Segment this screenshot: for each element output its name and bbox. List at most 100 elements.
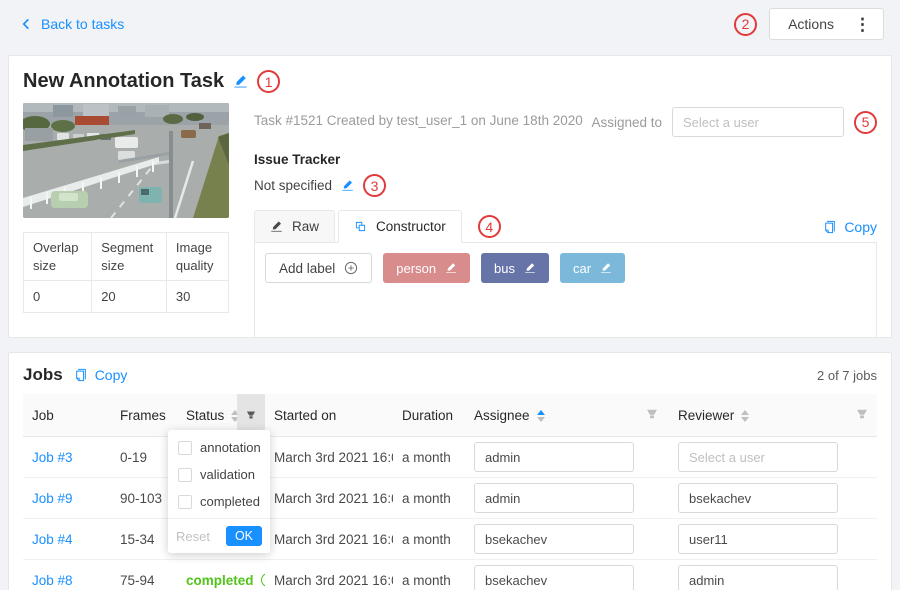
edit-label-icon[interactable] — [600, 262, 612, 274]
task-right-column: Task #1521 Created by test_user_1 on Jun… — [254, 103, 877, 338]
assignee-select[interactable] — [474, 565, 634, 590]
jobs-card: Jobs Copy 2 of 7 jobs Job Frames Status — [8, 352, 892, 590]
callout-3: 3 — [363, 174, 386, 197]
edit-issue-tracker-icon[interactable] — [341, 179, 354, 192]
assigned-to-select[interactable] — [672, 107, 844, 137]
label-chip-bus[interactable]: bus — [481, 253, 549, 283]
assignee-select[interactable] — [474, 524, 634, 554]
assigned-to-group: Assigned to 5 — [591, 107, 877, 137]
reviewer-select[interactable] — [678, 483, 838, 513]
labels-tabs-row: Raw Constructor 4 Copy — [254, 210, 877, 243]
job-link[interactable]: Job #8 — [32, 573, 73, 588]
traffic-scene-image — [23, 103, 229, 218]
column-header-started-on: Started on — [265, 394, 393, 437]
callout-2: 2 — [734, 13, 757, 36]
edit-label-icon[interactable] — [524, 262, 536, 274]
column-header-job: Job — [23, 394, 111, 437]
back-to-tasks-label: Back to tasks — [41, 16, 124, 32]
filter-option-annotation[interactable]: annotation — [168, 434, 270, 461]
started-on-cell: March 3rd 2021 16:03 — [265, 478, 393, 519]
column-header-reviewer[interactable]: Reviewer — [669, 394, 847, 437]
job-link[interactable]: Job #9 — [32, 491, 73, 506]
param-header-segment: Segment size — [92, 233, 167, 281]
jobs-header: Jobs Copy 2 of 7 jobs — [23, 365, 877, 385]
job-link[interactable]: Job #3 — [32, 450, 73, 465]
labels-constructor-panel: Add label person bus — [254, 242, 877, 338]
chevron-left-icon — [20, 18, 32, 30]
task-left-column: Overlap size Segment size Image quality … — [23, 103, 229, 338]
tab-constructor-label: Constructor — [376, 219, 446, 234]
label-chip-person[interactable]: person — [383, 253, 470, 283]
task-title-row: New Annotation Task 1 — [23, 70, 877, 93]
sort-icon[interactable] — [231, 410, 237, 422]
column-header-status-label: Status — [186, 408, 224, 423]
tab-constructor[interactable]: Constructor — [338, 210, 462, 243]
filter-icon[interactable] — [856, 408, 868, 420]
plus-circle-icon — [344, 261, 358, 275]
reviewer-select[interactable] — [678, 442, 838, 472]
frames-cell: 75-94 — [111, 560, 177, 590]
issue-tracker-value-row: Not specified 3 — [254, 174, 877, 197]
tab-raw[interactable]: Raw — [254, 210, 335, 243]
filter-icon[interactable] — [246, 400, 256, 430]
callout-5: 5 — [854, 111, 877, 134]
jobs-count: 2 of 7 jobs — [817, 368, 877, 383]
job-link[interactable]: Job #4 — [32, 532, 73, 547]
reviewer-filter-cell[interactable] — [847, 394, 877, 437]
task-page: Back to tasks 2 Actions New Annotation T… — [0, 0, 900, 590]
actions-button-label: Actions — [770, 16, 848, 32]
sort-icon-ascending[interactable] — [537, 410, 545, 422]
column-header-reviewer-label: Reviewer — [678, 408, 734, 423]
issue-tracker-label: Issue Tracker — [254, 152, 877, 167]
param-value-quality: 30 — [166, 281, 228, 313]
reviewer-select[interactable] — [678, 524, 838, 554]
started-on-cell: March 3rd 2021 16:03 — [265, 560, 393, 590]
label-chip-car[interactable]: car — [560, 253, 625, 283]
param-value-segment: 20 — [92, 281, 167, 313]
status-completed-label: completed — [186, 573, 254, 588]
labels-copy-label: Copy — [844, 219, 877, 235]
checkbox[interactable] — [178, 495, 192, 509]
job-row-8: Job #8 75-94 completed March 3rd 2021 16… — [23, 560, 877, 590]
copy-icon — [74, 368, 88, 382]
filter-icon[interactable] — [646, 408, 658, 420]
filter-reset-button[interactable]: Reset — [176, 529, 210, 544]
checkbox[interactable] — [178, 468, 192, 482]
task-body: Overlap size Segment size Image quality … — [23, 103, 877, 338]
column-header-duration: Duration — [393, 394, 465, 437]
labels-copy-link[interactable]: Copy — [823, 219, 877, 235]
question-circle-icon[interactable] — [261, 573, 265, 587]
assignee-select[interactable] — [474, 442, 634, 472]
jobs-title: Jobs — [23, 365, 63, 385]
duration-cell: a month — [393, 478, 465, 519]
filter-option-validation[interactable]: validation — [168, 461, 270, 488]
filter-option-completed[interactable]: completed — [168, 488, 270, 515]
edit-title-icon[interactable] — [233, 74, 248, 89]
reviewer-select[interactable] — [678, 565, 838, 590]
status-filter-dropdown: annotation validation completed Reset OK — [168, 430, 270, 553]
jobs-copy-link[interactable]: Copy — [74, 367, 128, 383]
edit-label-icon[interactable] — [445, 262, 457, 274]
param-values-row: 0 20 30 — [24, 281, 229, 313]
callout-4: 4 — [478, 215, 501, 238]
task-preview-image — [23, 103, 229, 218]
checkbox[interactable] — [178, 441, 192, 455]
back-to-tasks-link[interactable]: Back to tasks — [20, 16, 124, 32]
column-header-frames: Frames — [111, 394, 177, 437]
actions-button[interactable]: Actions — [769, 8, 884, 40]
job-row-4: Job #4 15-34 March 3rd 2021 16:03 a mont… — [23, 519, 877, 560]
jobs-table: Job Frames Status Started on Duration As… — [23, 394, 877, 590]
filter-option-validation-label: validation — [200, 467, 255, 482]
assignee-select[interactable] — [474, 483, 634, 513]
duration-cell: a month — [393, 519, 465, 560]
jobs-table-header-row: Job Frames Status Started on Duration As… — [23, 394, 877, 437]
sort-icon[interactable] — [741, 410, 749, 422]
kebab-menu-icon[interactable] — [848, 16, 883, 33]
assigned-to-label: Assigned to — [591, 115, 662, 130]
label-chip-bus-name: bus — [494, 261, 515, 276]
task-details-card: New Annotation Task 1 — [8, 55, 892, 338]
assignee-filter-cell[interactable] — [637, 394, 669, 437]
add-label-button[interactable]: Add label — [265, 253, 372, 283]
filter-ok-button[interactable]: OK — [226, 526, 262, 546]
column-header-assignee[interactable]: Assignee — [465, 394, 637, 437]
